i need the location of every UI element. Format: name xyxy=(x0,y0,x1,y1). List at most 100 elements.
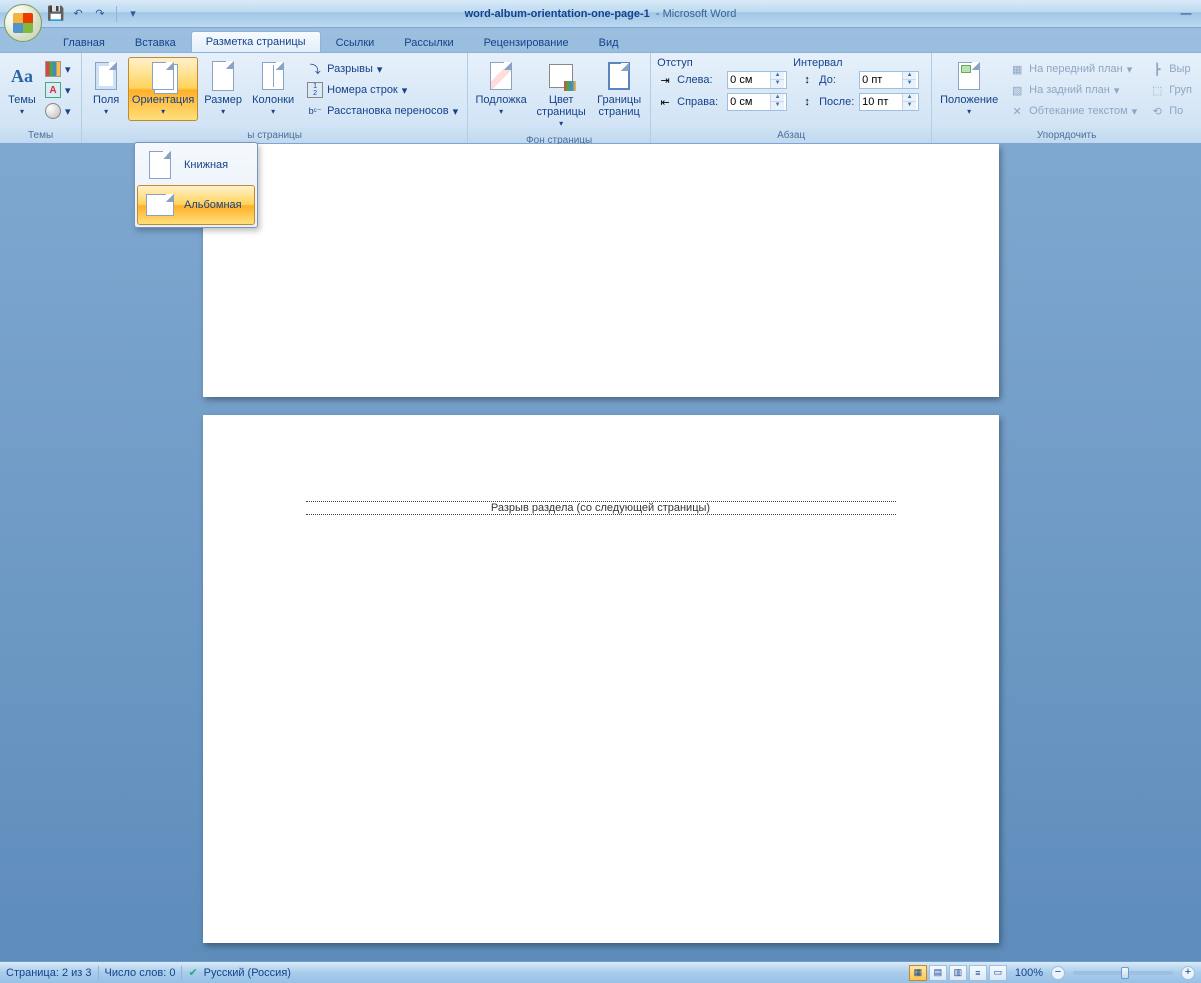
position-icon xyxy=(953,60,985,92)
page-color-icon xyxy=(545,60,577,92)
watermark-button[interactable]: Подложка xyxy=(472,57,530,121)
group-objects-button[interactable]: ⬚Груп xyxy=(1144,80,1197,100)
page-color-button[interactable]: Цвет страницы xyxy=(532,57,590,133)
office-logo-icon xyxy=(13,13,33,33)
status-language[interactable]: Русский (Россия) xyxy=(204,967,291,979)
margins-button[interactable]: Поля xyxy=(86,57,126,121)
zoom-slider[interactable] xyxy=(1073,971,1173,975)
qat-customize-button[interactable]: ▾ xyxy=(123,4,143,24)
theme-colors-button[interactable]: ▾ xyxy=(42,59,74,79)
themes-button[interactable]: Aa Темы xyxy=(4,57,40,121)
tab-references[interactable]: Ссылки xyxy=(321,32,390,53)
status-page[interactable]: Страница: 2 из 3 xyxy=(6,967,92,979)
zoom-level[interactable]: 100% xyxy=(1015,967,1043,979)
status-sep xyxy=(181,966,182,980)
view-fullscreen-button[interactable]: ▤ xyxy=(929,965,947,981)
minimize-button[interactable]: — xyxy=(1175,6,1197,22)
indent-left-row: ⇥ Слева: ▲▼ xyxy=(655,69,789,91)
watermark-label: Подложка xyxy=(476,94,527,118)
theme-colors-icon xyxy=(45,61,61,77)
align-button[interactable]: ┣Выр xyxy=(1144,59,1197,79)
themes-label: Темы xyxy=(8,94,36,118)
undo-button[interactable]: ↶ xyxy=(68,4,88,24)
breaks-button[interactable]: ⤵Разрывы ▾ xyxy=(302,59,463,79)
view-outline-button[interactable]: ≡ xyxy=(969,965,987,981)
view-print-layout-button[interactable]: ▦ xyxy=(909,965,927,981)
save-button[interactable]: 💾 xyxy=(46,4,66,24)
qat-separator xyxy=(116,6,117,22)
spacing-after-icon: ↕ xyxy=(799,94,815,110)
portrait-icon xyxy=(144,149,176,181)
tab-page-layout[interactable]: Разметка страницы xyxy=(191,31,321,53)
tab-view[interactable]: Вид xyxy=(584,32,634,53)
orientation-portrait-label: Книжная xyxy=(184,159,228,171)
status-sep xyxy=(98,966,99,980)
page-1[interactable] xyxy=(203,144,999,397)
indent-right-input[interactable]: ▲▼ xyxy=(727,93,787,111)
spin-up[interactable]: ▲ xyxy=(771,72,784,80)
view-web-button[interactable]: ▥ xyxy=(949,965,967,981)
status-words[interactable]: Число слов: 0 xyxy=(105,967,176,979)
group-icon: ⬚ xyxy=(1149,82,1165,98)
zoom-in-button[interactable]: + xyxy=(1181,966,1195,980)
view-draft-button[interactable]: ▭ xyxy=(989,965,1007,981)
size-button[interactable]: Размер xyxy=(200,57,246,121)
columns-icon xyxy=(257,60,289,92)
spin-up[interactable]: ▲ xyxy=(903,94,916,102)
hyphenation-button[interactable]: bᶜ⁻Расстановка переносов ▾ xyxy=(302,101,463,121)
tab-insert[interactable]: Вставка xyxy=(120,32,191,53)
undo-icon: ↶ xyxy=(73,7,82,20)
office-button[interactable] xyxy=(4,4,42,42)
theme-fonts-icon: A xyxy=(45,82,61,98)
orientation-portrait-item[interactable]: Книжная xyxy=(137,145,255,185)
spacing-after-input[interactable]: ▲▼ xyxy=(859,93,919,111)
spin-up[interactable]: ▲ xyxy=(771,94,784,102)
spacing-before-input[interactable]: ▲▼ xyxy=(859,71,919,89)
document-name: word-album-orientation-one-page-1 xyxy=(465,8,650,20)
spin-down[interactable]: ▼ xyxy=(903,80,916,88)
line-numbers-button[interactable]: 12Номера строк ▾ xyxy=(302,80,463,100)
page-borders-button[interactable]: Границы страниц xyxy=(592,57,646,121)
status-right: ▦ ▤ ▥ ≡ ▭ 100% − + xyxy=(909,965,1195,981)
position-label: Положение xyxy=(940,94,998,118)
columns-button[interactable]: Колонки xyxy=(248,57,298,121)
bring-front-button[interactable]: ▦На передний план ▾ xyxy=(1004,59,1142,79)
theme-fonts-button[interactable]: A▾ xyxy=(42,80,74,100)
theme-effects-button[interactable]: ▾ xyxy=(42,101,74,121)
document-area[interactable]: Разрыв раздела (со следующей страницы) xyxy=(0,144,1201,961)
send-back-button[interactable]: ▧На задний план ▾ xyxy=(1004,80,1142,100)
spin-down[interactable]: ▼ xyxy=(771,80,784,88)
orientation-icon xyxy=(147,60,179,92)
redo-icon: ↷ xyxy=(95,7,104,20)
group-arrange: Положение ▦На передний план ▾ ▧На задний… xyxy=(932,53,1201,143)
size-icon xyxy=(207,60,239,92)
orientation-landscape-item[interactable]: Альбомная xyxy=(137,185,255,225)
proofing-icon[interactable]: ✔ xyxy=(188,966,197,979)
zoom-slider-thumb[interactable] xyxy=(1121,967,1129,979)
position-button[interactable]: Положение xyxy=(936,57,1002,121)
orientation-button[interactable]: Ориентация xyxy=(128,57,198,121)
rotate-button[interactable]: ⟲По xyxy=(1144,101,1197,121)
spin-down[interactable]: ▼ xyxy=(903,102,916,110)
spin-up[interactable]: ▲ xyxy=(903,72,916,80)
indent-right-icon: ⇤ xyxy=(657,94,673,110)
redo-button[interactable]: ↷ xyxy=(90,4,110,24)
watermark-icon xyxy=(485,60,517,92)
zoom-out-button[interactable]: − xyxy=(1051,966,1065,980)
chevron-down-icon: ▾ xyxy=(130,7,136,20)
tab-mailings[interactable]: Рассылки xyxy=(389,32,468,53)
line-numbers-icon: 12 xyxy=(307,82,323,98)
ribbon-tabs: Главная Вставка Разметка страницы Ссылки… xyxy=(0,28,1201,52)
breaks-icon: ⤵ xyxy=(307,61,323,77)
app-name: Microsoft Word xyxy=(663,8,737,20)
spacing-after-label: После: xyxy=(819,96,855,108)
tab-home[interactable]: Главная xyxy=(48,32,120,53)
orientation-landscape-label: Альбомная xyxy=(184,199,242,211)
text-wrap-button[interactable]: ✕Обтекание текстом ▾ xyxy=(1004,101,1142,121)
indent-left-input[interactable]: ▲▼ xyxy=(727,71,787,89)
spin-down[interactable]: ▼ xyxy=(771,102,784,110)
page-borders-icon xyxy=(603,60,635,92)
tab-review[interactable]: Рецензирование xyxy=(469,32,584,53)
group-page-background: Подложка Цвет страницы Границы страниц Ф… xyxy=(468,53,651,143)
page-2[interactable]: Разрыв раздела (со следующей страницы) xyxy=(203,415,999,943)
